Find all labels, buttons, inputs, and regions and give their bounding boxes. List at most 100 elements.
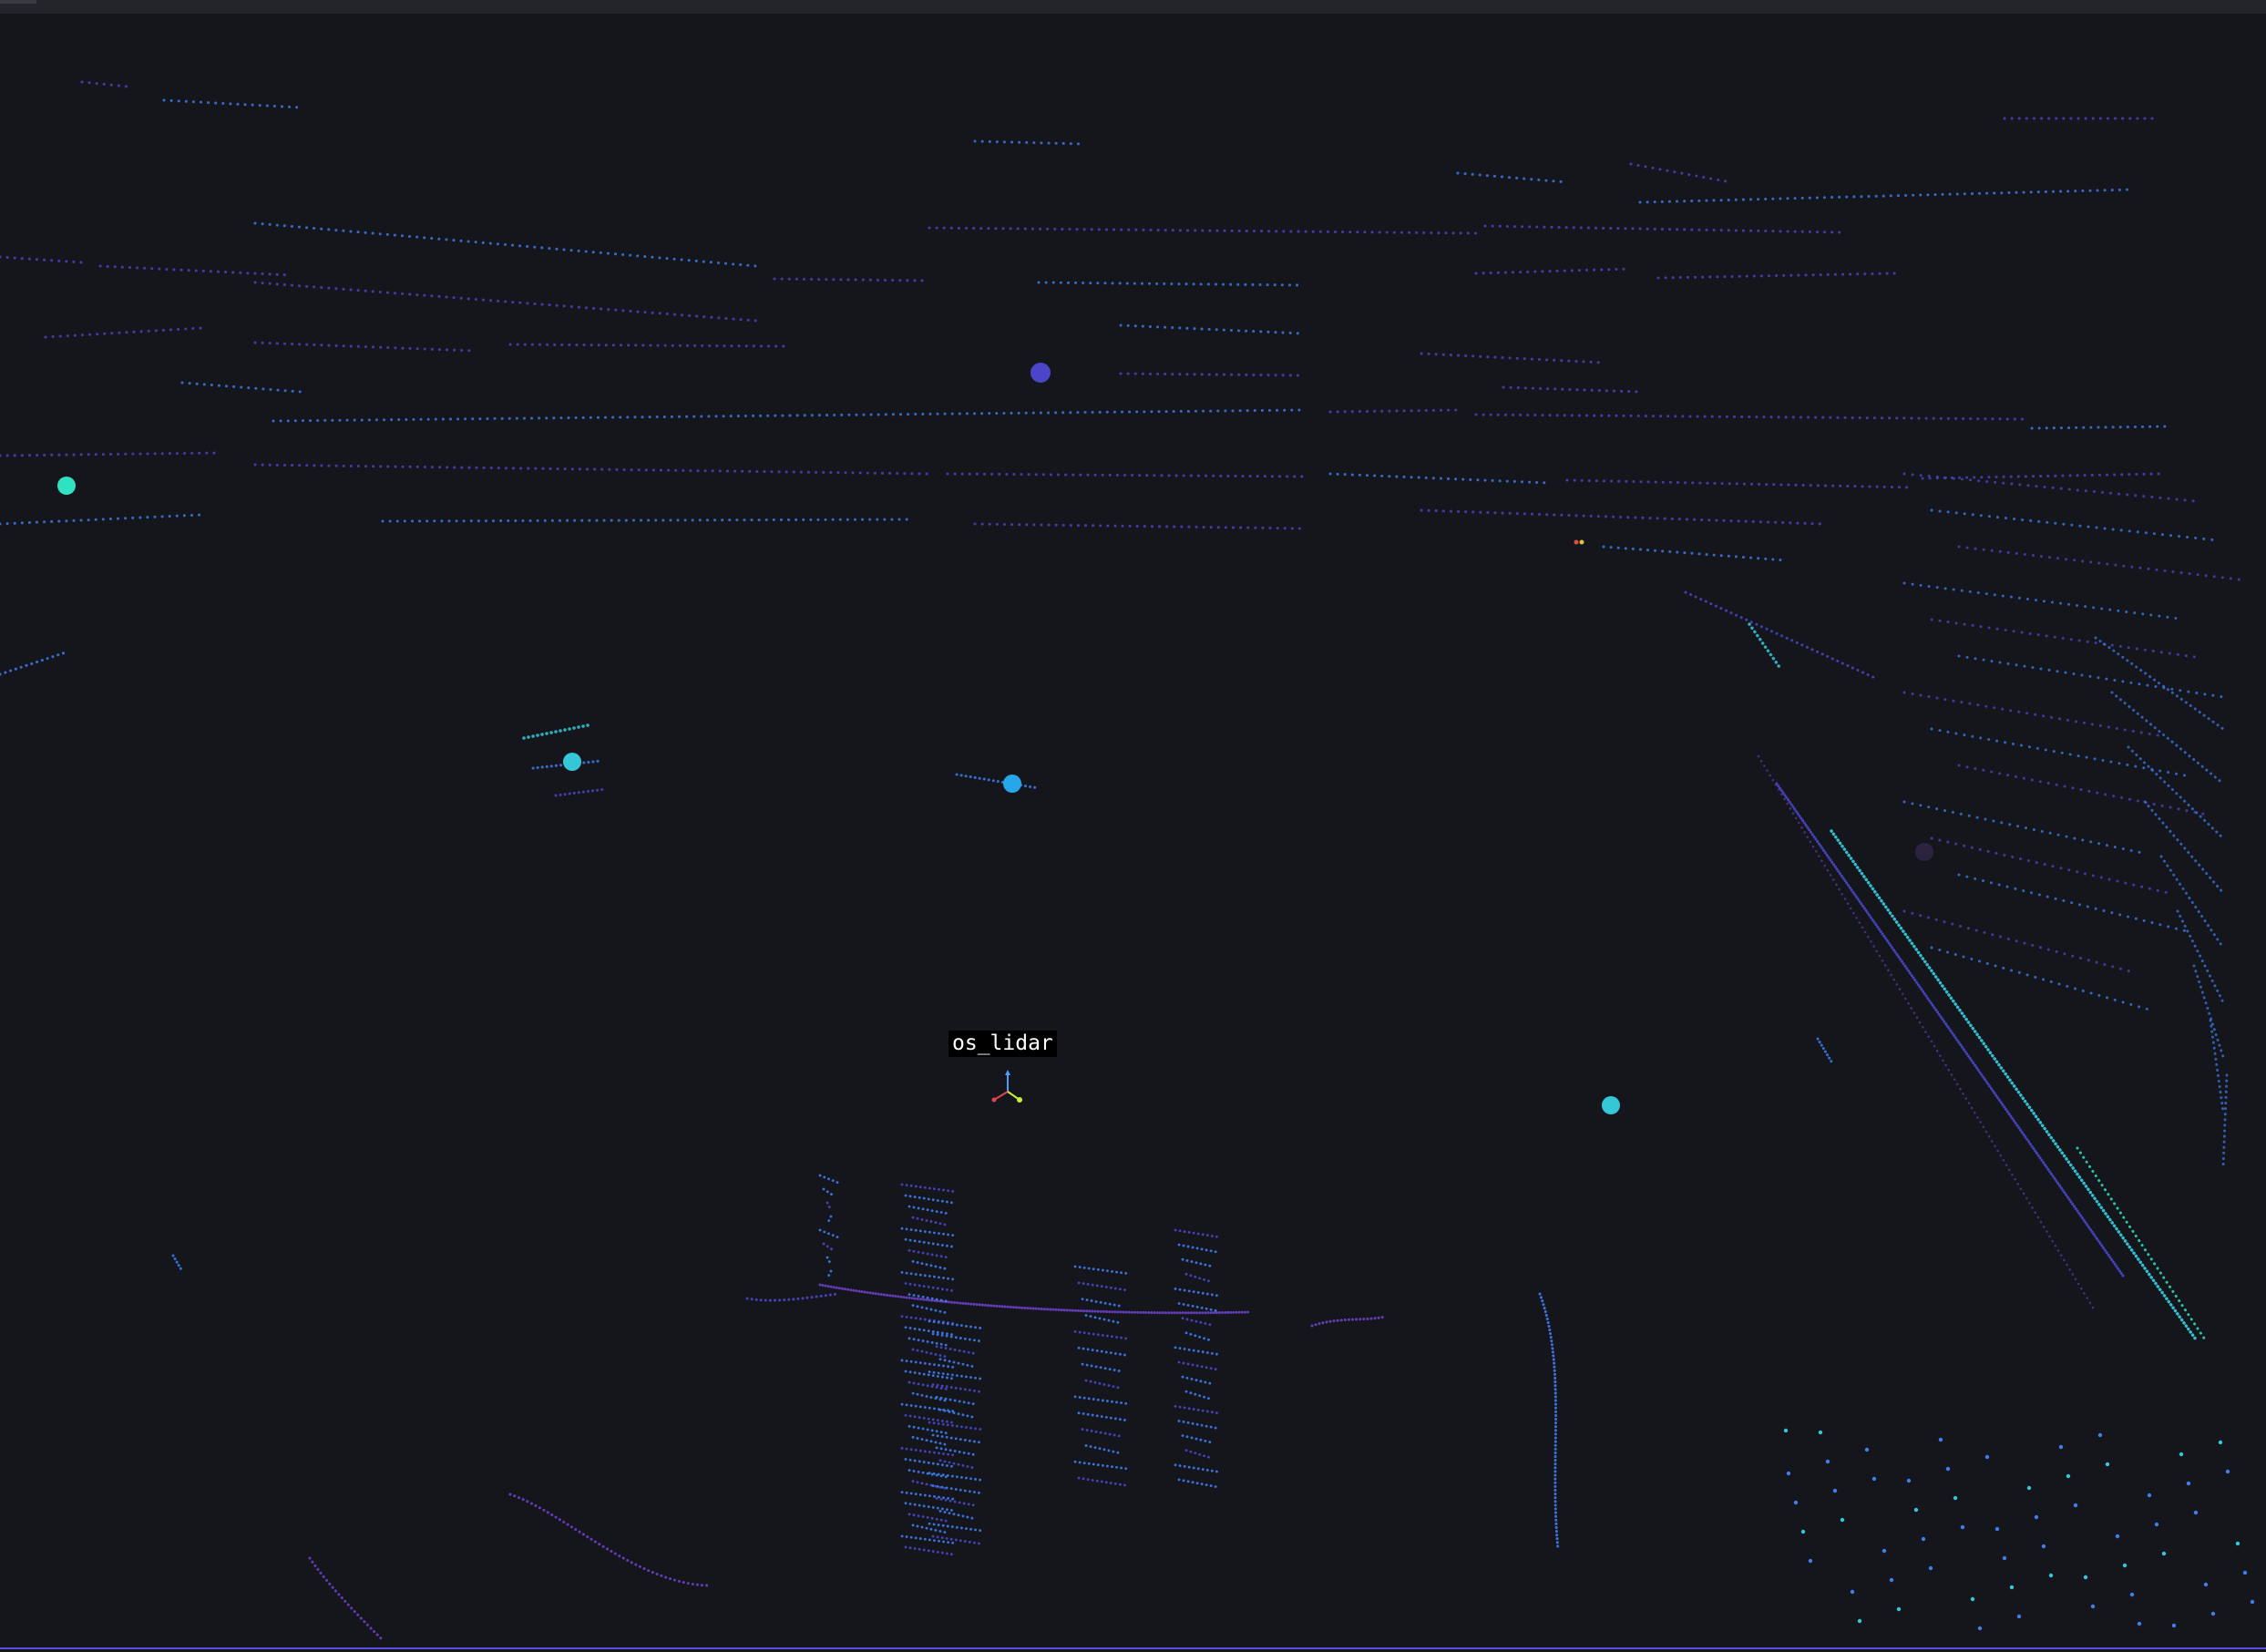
- scan-line: [1177, 1302, 1219, 1312]
- scan-line: [938, 1509, 975, 1520]
- ground-point: [2179, 1452, 2184, 1457]
- scan-line: [1902, 691, 2165, 738]
- scan-line: [1177, 1360, 1219, 1371]
- scan-line: [911, 1480, 948, 1490]
- scan-line: [904, 1282, 955, 1292]
- scan-line: [1565, 478, 1915, 489]
- scan-line: [1077, 1281, 1128, 1292]
- scan-line: [911, 1435, 948, 1446]
- scan-line: [911, 1524, 948, 1534]
- scan-line: [1930, 727, 2187, 777]
- scan-line: [928, 1421, 986, 1431]
- scan-line: [818, 1174, 840, 1185]
- x-axis-icon: [993, 1091, 1009, 1101]
- scan-line: [907, 1337, 951, 1348]
- scan-line: [1957, 654, 2225, 699]
- scan-line: [253, 341, 476, 353]
- scan-line: [2127, 745, 2225, 840]
- ground-point: [1928, 1565, 1933, 1571]
- ground-point: [1840, 1517, 1845, 1523]
- 3d-viewport[interactable]: os_lidar: [0, 0, 2266, 1652]
- scan-line: [522, 723, 594, 740]
- ground-point: [2115, 1534, 2120, 1539]
- scan-line: [911, 1216, 948, 1226]
- scan-line: [1177, 1420, 1219, 1430]
- scan-line: [1930, 836, 2170, 895]
- x-axis-tip-icon: [991, 1097, 997, 1103]
- scan-line: [907, 1248, 951, 1259]
- scan-line: [1902, 472, 2198, 503]
- scan-line: [928, 1522, 986, 1533]
- scan-line: [1119, 323, 1305, 335]
- scan-line: [1084, 1314, 1121, 1324]
- scan-line: [2159, 855, 2225, 949]
- scan-line: [44, 326, 202, 339]
- ground-point: [1808, 1558, 1813, 1564]
- scan-line: [253, 463, 931, 476]
- scan-line: [1177, 1243, 1219, 1254]
- scan-line: [1957, 764, 2209, 816]
- scan-line: [1077, 1346, 1128, 1357]
- scan-line: [180, 381, 302, 394]
- scan-line: [935, 1395, 979, 1406]
- scan-line: [1174, 1463, 1223, 1474]
- ground-point: [1832, 1488, 1838, 1493]
- ground-point: [2002, 1555, 2007, 1561]
- ground-point: [1913, 1507, 1919, 1513]
- ground-point: [1786, 1471, 1791, 1476]
- ground-point: [2097, 1432, 2103, 1438]
- scan-curve: [1538, 1292, 1560, 1551]
- scan-line: [1420, 352, 1605, 364]
- scan-line: [253, 221, 758, 268]
- scan-line: [1077, 1476, 1128, 1487]
- scan-line: [1902, 800, 2148, 856]
- ground-point: [1945, 1466, 1951, 1472]
- ground-point: [2073, 1503, 2078, 1508]
- scan-line: [1084, 1444, 1121, 1454]
- scan-line: [1921, 472, 2161, 480]
- scan-line: [907, 1513, 951, 1524]
- ground-point: [1994, 1526, 2000, 1532]
- ground-point: [2090, 1604, 2096, 1609]
- scan-line: [904, 1194, 955, 1205]
- ground-point: [1864, 1447, 1870, 1452]
- ground-point: [2242, 1570, 2248, 1575]
- ground-point: [1921, 1536, 1926, 1542]
- ground-point: [2171, 1623, 2177, 1628]
- scan-line: [928, 1472, 986, 1483]
- scan-line: [931, 1433, 982, 1444]
- scan-curve: [745, 1292, 840, 1302]
- marker-sphere: [563, 753, 581, 771]
- scan-line: [900, 1183, 959, 1194]
- scan-line: [1930, 508, 2220, 542]
- scan-line: [272, 408, 1305, 423]
- ground-point: [2058, 1444, 2064, 1450]
- ground-point: [1984, 1454, 1990, 1460]
- scan-line: [1181, 1317, 1215, 1328]
- scan-line: [1328, 472, 1551, 485]
- ground-point: [2210, 1611, 2216, 1616]
- point-cloud: [0, 80, 2255, 1642]
- ground-point: [2066, 1473, 2071, 1479]
- scan-line: [1181, 1434, 1215, 1444]
- scan-line: [1184, 1390, 1212, 1401]
- scan-line: [1483, 224, 1842, 234]
- scan-line: [1077, 1411, 1128, 1422]
- scan-line: [1957, 545, 2241, 581]
- scan-line: [825, 1201, 833, 1212]
- scan-line: [508, 343, 785, 348]
- scan-line: [1174, 1346, 1223, 1357]
- scan-line: [818, 1228, 840, 1239]
- ground-point: [2083, 1575, 2088, 1580]
- ground-point: [2235, 1541, 2240, 1546]
- ground-point: [1783, 1428, 1789, 1433]
- scan-line: [1957, 873, 2192, 934]
- scan-line: [171, 1254, 184, 1273]
- scan-line: [1816, 1037, 1833, 1063]
- ground-point: [2225, 1469, 2230, 1474]
- scan-line: [2221, 1073, 2229, 1168]
- scan-line: [825, 1256, 833, 1267]
- y-axis-tip-icon: [1017, 1097, 1022, 1103]
- scan-line: [1328, 408, 1460, 414]
- scan-line: [1174, 1288, 1223, 1298]
